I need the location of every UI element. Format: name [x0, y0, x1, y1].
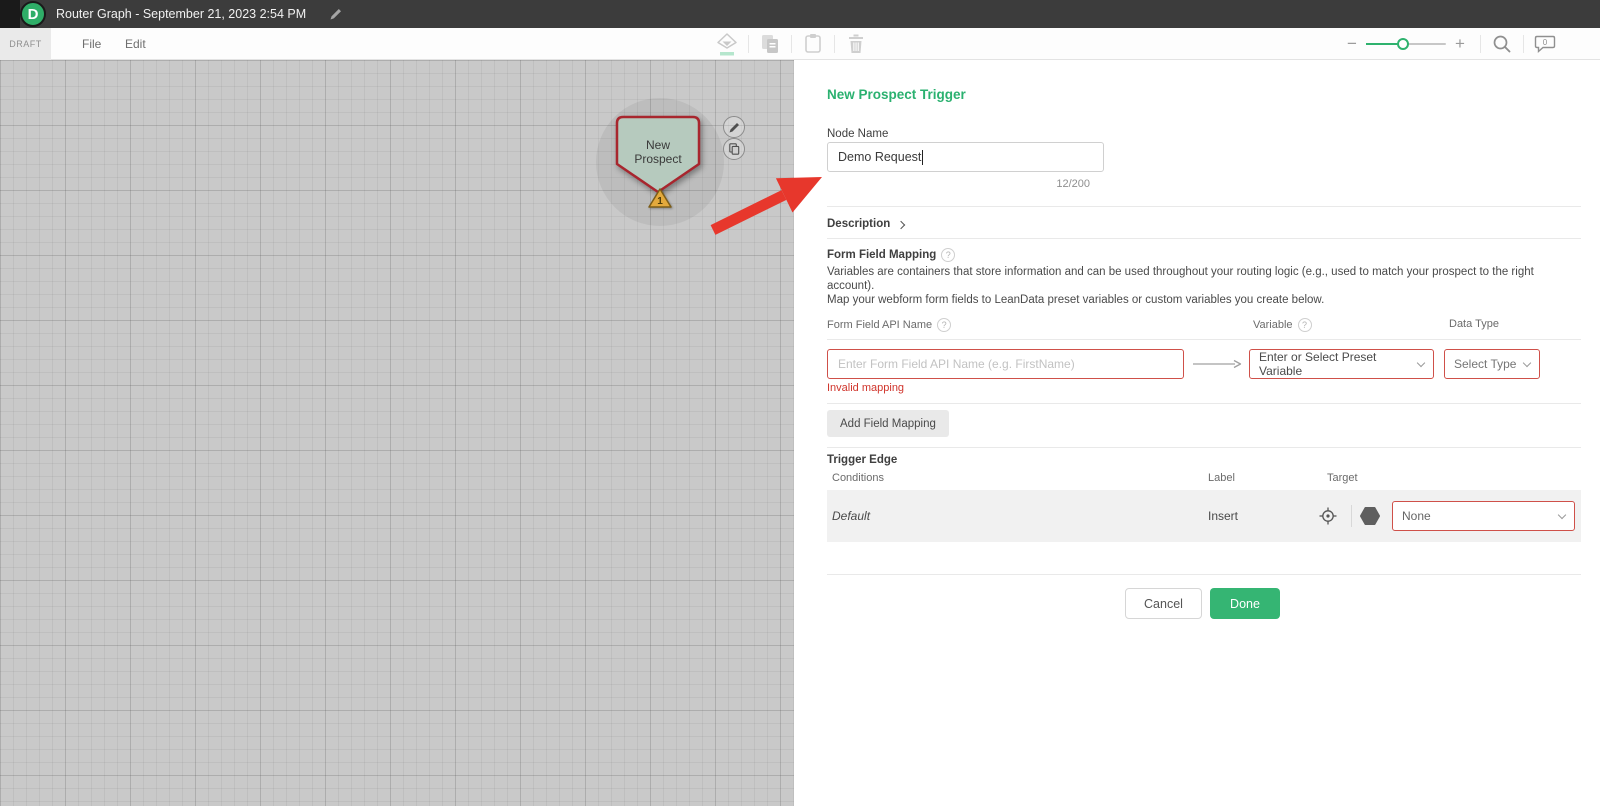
data-type-dropdown[interactable]: Select Type — [1444, 349, 1540, 379]
node-settings-panel: New Prospect Trigger Node Name Demo Requ… — [794, 60, 1600, 806]
menu-file[interactable]: File — [82, 28, 101, 60]
graph-canvas[interactable]: New Prospect 1 — [0, 60, 794, 806]
search-icon[interactable] — [1487, 28, 1517, 60]
intro-line-1: Variables are containers that store info… — [827, 265, 1572, 293]
help-icon[interactable]: ? — [937, 318, 951, 332]
chevron-down-icon — [1417, 358, 1425, 366]
column-header-conditions: Conditions — [832, 472, 884, 484]
column-header-target: Target — [1327, 472, 1358, 484]
edge-condition-value: Default — [832, 509, 870, 523]
toolbar: DRAFT File Edit — [0, 28, 1600, 60]
add-field-mapping-button[interactable]: Add Field Mapping — [827, 410, 949, 437]
target-node-hexagon-icon[interactable] — [1359, 505, 1381, 527]
target-column-label: Target — [1327, 472, 1358, 484]
text-caret — [922, 150, 923, 165]
warning-badge: 1 — [647, 187, 673, 209]
divider — [827, 206, 1581, 207]
api-name-column-label: Form Field API Name — [827, 319, 932, 331]
divider — [827, 238, 1581, 239]
titlebar: D Router Graph - September 21, 2023 2:54… — [0, 0, 1600, 28]
intro-line-2: Map your webform form fields to LeanData… — [827, 293, 1572, 307]
edge-target-dropdown[interactable]: None — [1392, 501, 1575, 531]
edge-target-value: None — [1402, 509, 1431, 523]
divider — [827, 339, 1581, 340]
description-section-toggle[interactable]: Description — [827, 212, 904, 236]
node-label-line1: New — [613, 138, 703, 152]
graph-tool-group — [712, 28, 871, 60]
mapping-error-text: Invalid mapping — [827, 382, 904, 394]
row-separator — [1351, 505, 1352, 527]
leandata-router-app: D Router Graph - September 21, 2023 2:54… — [0, 0, 1600, 806]
warning-count: 1 — [657, 196, 663, 207]
char-counter: 12/200 — [827, 178, 1090, 190]
zoom-in-button[interactable]: + — [1446, 28, 1474, 60]
form-field-mapping-label: Form Field Mapping — [827, 249, 936, 261]
chevron-right-icon — [897, 220, 905, 228]
target-crosshair-icon[interactable] — [1317, 505, 1339, 527]
done-button[interactable]: Done — [1210, 588, 1280, 619]
mapping-arrow-icon — [1192, 358, 1242, 370]
toolbar-separator — [791, 35, 792, 53]
divider — [827, 574, 1581, 575]
variable-column-label: Variable — [1253, 319, 1293, 331]
zoom-slider[interactable] — [1366, 43, 1446, 45]
variable-dropdown[interactable]: Enter or Select Preset Variable — [1249, 349, 1434, 379]
node-name-label: Node Name — [827, 128, 888, 140]
graph-title: Router Graph - September 21, 2023 2:54 P… — [56, 0, 306, 28]
data-type-column-label: Data Type — [1449, 318, 1499, 330]
comments-icon[interactable]: 0 — [1530, 28, 1560, 60]
trigger-edge-label: Trigger Edge — [827, 454, 897, 466]
toolbar-separator — [1523, 35, 1524, 53]
copy-icon[interactable] — [755, 28, 785, 60]
edit-title-icon[interactable] — [330, 8, 342, 20]
menu-edit[interactable]: Edit — [125, 28, 146, 60]
paste-icon[interactable] — [798, 28, 828, 60]
node-name-input[interactable]: Demo Request — [827, 142, 1104, 172]
divider — [827, 447, 1581, 448]
toolbar-separator — [748, 35, 749, 53]
chevron-down-icon — [1523, 358, 1531, 366]
node-name-value: Demo Request — [838, 150, 921, 164]
node-label: New Prospect — [613, 138, 703, 166]
draft-status-badge: DRAFT — [0, 28, 51, 60]
variable-dropdown-value: Enter or Select Preset Variable — [1259, 350, 1418, 378]
form-field-mapping-header: Form Field Mapping ? — [827, 248, 955, 262]
panel-title: New Prospect Trigger — [827, 87, 966, 102]
toolbar-separator — [834, 35, 835, 53]
column-header-data-type: Data Type — [1449, 318, 1499, 330]
draft-label: DRAFT — [9, 39, 42, 49]
zoom-controls: − + 0 — [1338, 28, 1560, 60]
logo-background — [0, 0, 20, 28]
logo-letter: D — [28, 6, 39, 23]
form-field-mapping-intro: Variables are containers that store info… — [827, 265, 1572, 307]
zoom-out-button[interactable]: − — [1338, 28, 1366, 60]
conditions-column-label: Conditions — [832, 472, 884, 484]
data-type-dropdown-value: Select Type — [1454, 357, 1516, 371]
comment-count: 0 — [1543, 38, 1548, 47]
divider — [827, 403, 1581, 404]
column-header-api-name: Form Field API Name ? — [827, 318, 951, 332]
delete-icon[interactable] — [841, 28, 871, 60]
help-icon[interactable]: ? — [1298, 318, 1312, 332]
form-field-api-name-input[interactable] — [827, 349, 1184, 379]
label-column-label: Label — [1208, 472, 1235, 484]
trigger-edge-row: Default Insert None — [827, 490, 1581, 542]
duplicate-node-icon[interactable] — [723, 138, 745, 160]
chevron-down-icon — [1558, 510, 1566, 518]
column-header-variable: Variable ? — [1253, 318, 1312, 332]
cancel-button[interactable]: Cancel — [1125, 588, 1202, 619]
node-label-line2: Prospect — [613, 152, 703, 166]
help-icon[interactable]: ? — [941, 248, 955, 262]
edge-label-value: Insert — [1208, 509, 1238, 523]
leandata-logo: D — [20, 1, 46, 27]
description-label: Description — [827, 218, 890, 230]
column-header-label: Label — [1208, 472, 1235, 484]
edit-node-icon[interactable] — [723, 116, 745, 138]
toolbar-separator — [1480, 35, 1481, 53]
zoom-slider-handle[interactable] — [1397, 38, 1409, 50]
deploy-icon[interactable] — [712, 28, 742, 60]
